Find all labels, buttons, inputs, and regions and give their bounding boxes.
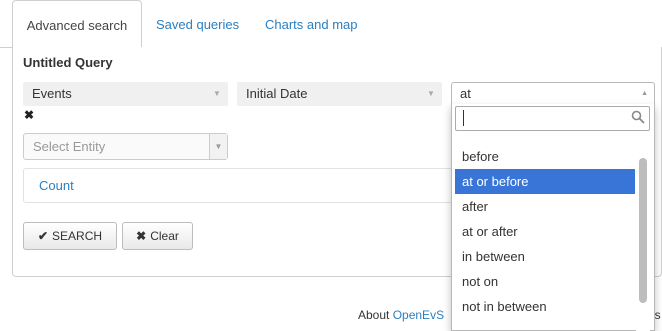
search-icon (631, 110, 645, 124)
field-select-value: Events (32, 86, 72, 101)
tab-charts-and-map[interactable]: Charts and map (265, 0, 358, 48)
operator-option-not-on[interactable]: not on (455, 269, 635, 294)
attribute-select-value: Initial Date (246, 86, 308, 101)
operator-option-after[interactable]: after (455, 194, 635, 219)
footer-about-text: About (358, 308, 390, 322)
operator-select[interactable]: at ▲ (451, 82, 655, 104)
field-select[interactable]: Events ▼ (23, 82, 228, 106)
chevron-up-icon: ▲ (641, 90, 648, 97)
tab-bar: Advanced search Saved queries Charts and… (0, 0, 662, 48)
close-icon: ✖ (136, 229, 147, 243)
check-icon: ✔ (37, 229, 49, 243)
operator-option-not-in-between[interactable]: not in between (455, 294, 635, 319)
operator-option-at-or-after[interactable]: at or after (455, 219, 635, 244)
clear-button-label: Clear (150, 229, 179, 243)
operator-select-value: at (460, 86, 471, 101)
operator-option-at-or-before[interactable]: at or before (455, 169, 635, 194)
clear-button[interactable]: ✖ Clear (122, 222, 193, 250)
search-button[interactable]: ✔ SEARCH (23, 222, 117, 250)
dropdown-scrollbar-thumb[interactable] (639, 158, 647, 303)
tab-divider (0, 47, 12, 48)
operator-option-in-between[interactable]: in between (455, 244, 635, 269)
search-button-label: SEARCH (52, 229, 103, 243)
chevron-down-icon: ▼ (209, 134, 227, 159)
tab-advanced-search[interactable]: Advanced search (12, 0, 142, 48)
operator-option-before[interactable]: before (455, 144, 635, 169)
query-title: Untitled Query (23, 55, 113, 70)
operator-search-input[interactable] (455, 106, 650, 131)
attribute-select[interactable]: Initial Date ▼ (237, 82, 442, 106)
entity-select[interactable]: Select Entity ▼ (23, 133, 228, 160)
text-cursor (463, 110, 464, 126)
entity-select-placeholder: Select Entity (33, 139, 106, 154)
footer-link[interactable]: OpenEvS (393, 308, 444, 322)
tab-saved-queries[interactable]: Saved queries (156, 0, 239, 48)
footer: About OpenEvSns (358, 308, 661, 322)
chevron-down-icon: ▼ (213, 89, 221, 98)
remove-condition-icon[interactable]: ✖ (24, 108, 34, 122)
count-link[interactable]: Count (39, 178, 74, 193)
chevron-down-icon: ▼ (427, 89, 435, 98)
